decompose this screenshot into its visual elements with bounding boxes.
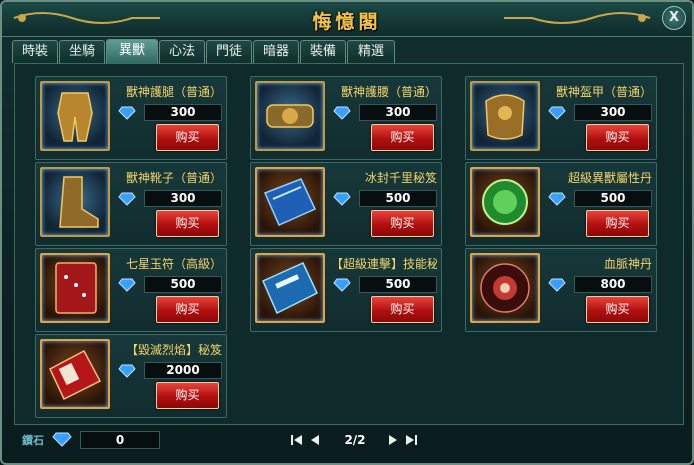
- item-card: 獸神護腿（普通） 300 购买: [35, 76, 227, 160]
- buy-button[interactable]: 购买: [586, 210, 649, 237]
- title-bar[interactable]: 悔憶閣 X: [2, 2, 692, 37]
- diamond-icon: [548, 192, 566, 206]
- buy-button[interactable]: 购买: [371, 296, 434, 323]
- item-card: 【毀滅烈焰】秘笈 2000 购买: [35, 334, 227, 418]
- tab-mind-arts[interactable]: 心法: [159, 40, 205, 63]
- currency-label: 鑽石: [22, 434, 44, 447]
- diamond-icon: [118, 192, 136, 206]
- item-price: 500: [359, 276, 437, 293]
- blue-manual-icon[interactable]: [255, 167, 325, 237]
- item-price: 800: [574, 276, 652, 293]
- diamond-icon: [118, 106, 136, 120]
- window-title: 悔憶閣: [312, 11, 382, 33]
- close-button[interactable]: X: [662, 6, 686, 30]
- tab-beasts[interactable]: 異獸: [106, 39, 158, 64]
- item-price: 2000: [144, 362, 222, 379]
- buy-button[interactable]: 购买: [156, 296, 219, 323]
- diamond-icon: [52, 432, 72, 447]
- tab-fashion[interactable]: 時裝: [12, 40, 58, 63]
- item-card: 【超級連擊】技能秘笈 500 购买: [250, 248, 442, 332]
- item-name: 獸神護腰（普通）: [340, 85, 437, 99]
- item-grid: 獸神護腿（普通） 300 购买 獸神護腰（普通） 300 购买 獸神盔甲（普通）…: [14, 63, 684, 425]
- green-beast-pill-icon[interactable]: [470, 167, 540, 237]
- buy-button[interactable]: 购买: [156, 124, 219, 151]
- next-page-icon[interactable]: [386, 433, 400, 447]
- tab-featured[interactable]: 精選: [347, 40, 395, 63]
- beast-armor-legs-icon[interactable]: [40, 81, 110, 151]
- buy-button[interactable]: 购买: [586, 124, 649, 151]
- beast-armor-chest-icon[interactable]: [470, 81, 540, 151]
- item-price: 500: [574, 190, 652, 207]
- item-price: 500: [359, 190, 437, 207]
- item-price: 500: [144, 276, 222, 293]
- buy-button[interactable]: 购买: [586, 296, 649, 323]
- item-card: 超級異獸屬性丹 500 购买: [465, 162, 657, 246]
- diamond-icon: [333, 106, 351, 120]
- item-name: 冰封千里秘笈: [364, 171, 437, 185]
- item-price: 300: [144, 190, 222, 207]
- item-card: 獸神盔甲（普通） 300 购买: [465, 76, 657, 160]
- buy-button[interactable]: 购买: [371, 210, 434, 237]
- buy-button[interactable]: 购买: [371, 124, 434, 151]
- item-card: 獸神靴子（普通） 300 购买: [35, 162, 227, 246]
- tab-mounts[interactable]: 坐騎: [59, 40, 105, 63]
- diamond-icon: [548, 106, 566, 120]
- item-card: 獸神護腰（普通） 300 购买: [250, 76, 442, 160]
- item-name: 超級異獸屬性丹: [567, 171, 652, 185]
- beast-armor-belt-icon[interactable]: [255, 81, 325, 151]
- diamond-icon: [333, 278, 351, 292]
- diamond-balance: 0: [80, 431, 160, 449]
- item-name: 獸神護腿（普通）: [125, 85, 222, 99]
- item-name: 【超級連擊】技能秘笈: [331, 257, 437, 271]
- item-card: 血脈神丹 800 购买: [465, 248, 657, 332]
- tab-equipment[interactable]: 裝備: [300, 40, 346, 63]
- beast-armor-boots-icon[interactable]: [40, 167, 110, 237]
- item-name: 獸神盔甲（普通）: [555, 85, 652, 99]
- item-card: 冰封千里秘笈 500 购买: [250, 162, 442, 246]
- shop-window: 悔憶閣 X 時裝 坐騎 異獸 心法 門徒 暗器 裝備 精選 獸神護腿（普通） 3…: [0, 0, 694, 465]
- diamond-icon: [118, 364, 136, 378]
- buy-button[interactable]: 购买: [156, 210, 219, 237]
- item-price: 300: [144, 104, 222, 121]
- item-card: 七星玉符（高級） 500 购买: [35, 248, 227, 332]
- diamond-icon: [333, 192, 351, 206]
- item-name: 七星玉符（高級）: [125, 257, 222, 271]
- tab-hidden-weapons[interactable]: 暗器: [253, 40, 299, 63]
- red-jade-talisman-icon[interactable]: [40, 253, 110, 323]
- item-name: 血脈神丹: [603, 257, 652, 271]
- tab-disciples[interactable]: 門徒: [206, 40, 252, 63]
- item-name: 獸神靴子（普通）: [125, 171, 222, 185]
- item-price: 300: [359, 104, 437, 121]
- item-name: 【毀滅烈焰】秘笈: [125, 343, 222, 357]
- first-page-icon[interactable]: [290, 433, 304, 447]
- item-price: 300: [574, 104, 652, 121]
- page-indicator: 2/2: [344, 433, 366, 447]
- buy-button[interactable]: 购买: [156, 382, 219, 409]
- prev-page-icon[interactable]: [308, 433, 322, 447]
- blue-skill-book-icon[interactable]: [255, 253, 325, 323]
- blood-pill-icon[interactable]: [470, 253, 540, 323]
- diamond-icon: [118, 278, 136, 292]
- diamond-icon: [548, 278, 566, 292]
- last-page-icon[interactable]: [404, 433, 418, 447]
- red-flame-book-icon[interactable]: [40, 339, 110, 409]
